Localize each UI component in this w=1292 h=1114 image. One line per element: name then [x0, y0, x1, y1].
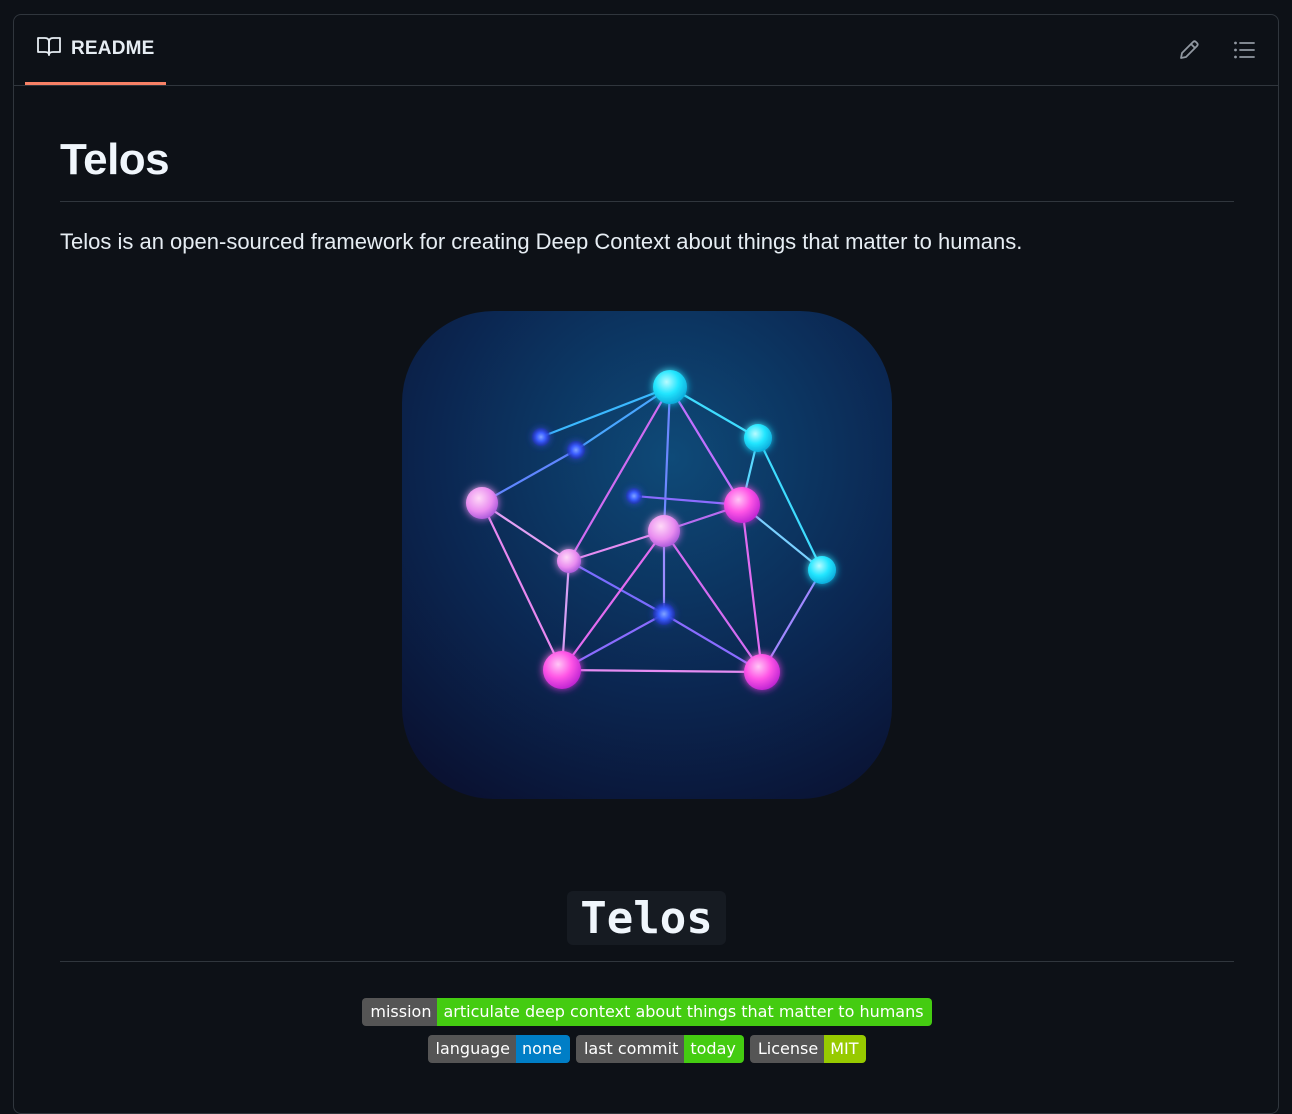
- code-title: Telos: [567, 891, 726, 945]
- page-title: Telos: [60, 135, 170, 184]
- section-divider: [60, 961, 1234, 962]
- description-text: Telos is an open-sourced framework for c…: [60, 229, 1023, 254]
- pencil-icon[interactable]: [1176, 37, 1202, 63]
- badge-label: language: [427, 1035, 517, 1063]
- badge-label: mission: [362, 998, 438, 1026]
- list-icon[interactable]: [1231, 37, 1257, 63]
- badge-label: License: [749, 1035, 825, 1063]
- readme-tab[interactable]: README: [25, 15, 166, 85]
- badge-label: last commit: [575, 1035, 685, 1063]
- language-badge[interactable]: language none: [427, 1035, 570, 1063]
- badge-value: none: [516, 1035, 570, 1063]
- readme-panel: README Telos Telos is an open-sourced fr…: [13, 14, 1279, 1114]
- book-icon: [37, 36, 61, 61]
- telos-logo-image: [402, 311, 892, 799]
- license-badge[interactable]: License MIT: [749, 1035, 867, 1063]
- badge-row-1: mission articulate deep context about th…: [60, 998, 1234, 1026]
- badge-value: today: [684, 1035, 744, 1063]
- badge-row-2: language none last commit today License …: [60, 1035, 1234, 1063]
- mission-badge[interactable]: mission articulate deep context about th…: [362, 998, 932, 1026]
- last-commit-badge[interactable]: last commit today: [575, 1035, 744, 1063]
- badge-value: MIT: [824, 1035, 867, 1063]
- readme-tab-label: README: [71, 37, 155, 59]
- title-divider: [60, 201, 1234, 202]
- readme-header: README: [14, 15, 1278, 86]
- badge-value: articulate deep context about things tha…: [437, 998, 932, 1026]
